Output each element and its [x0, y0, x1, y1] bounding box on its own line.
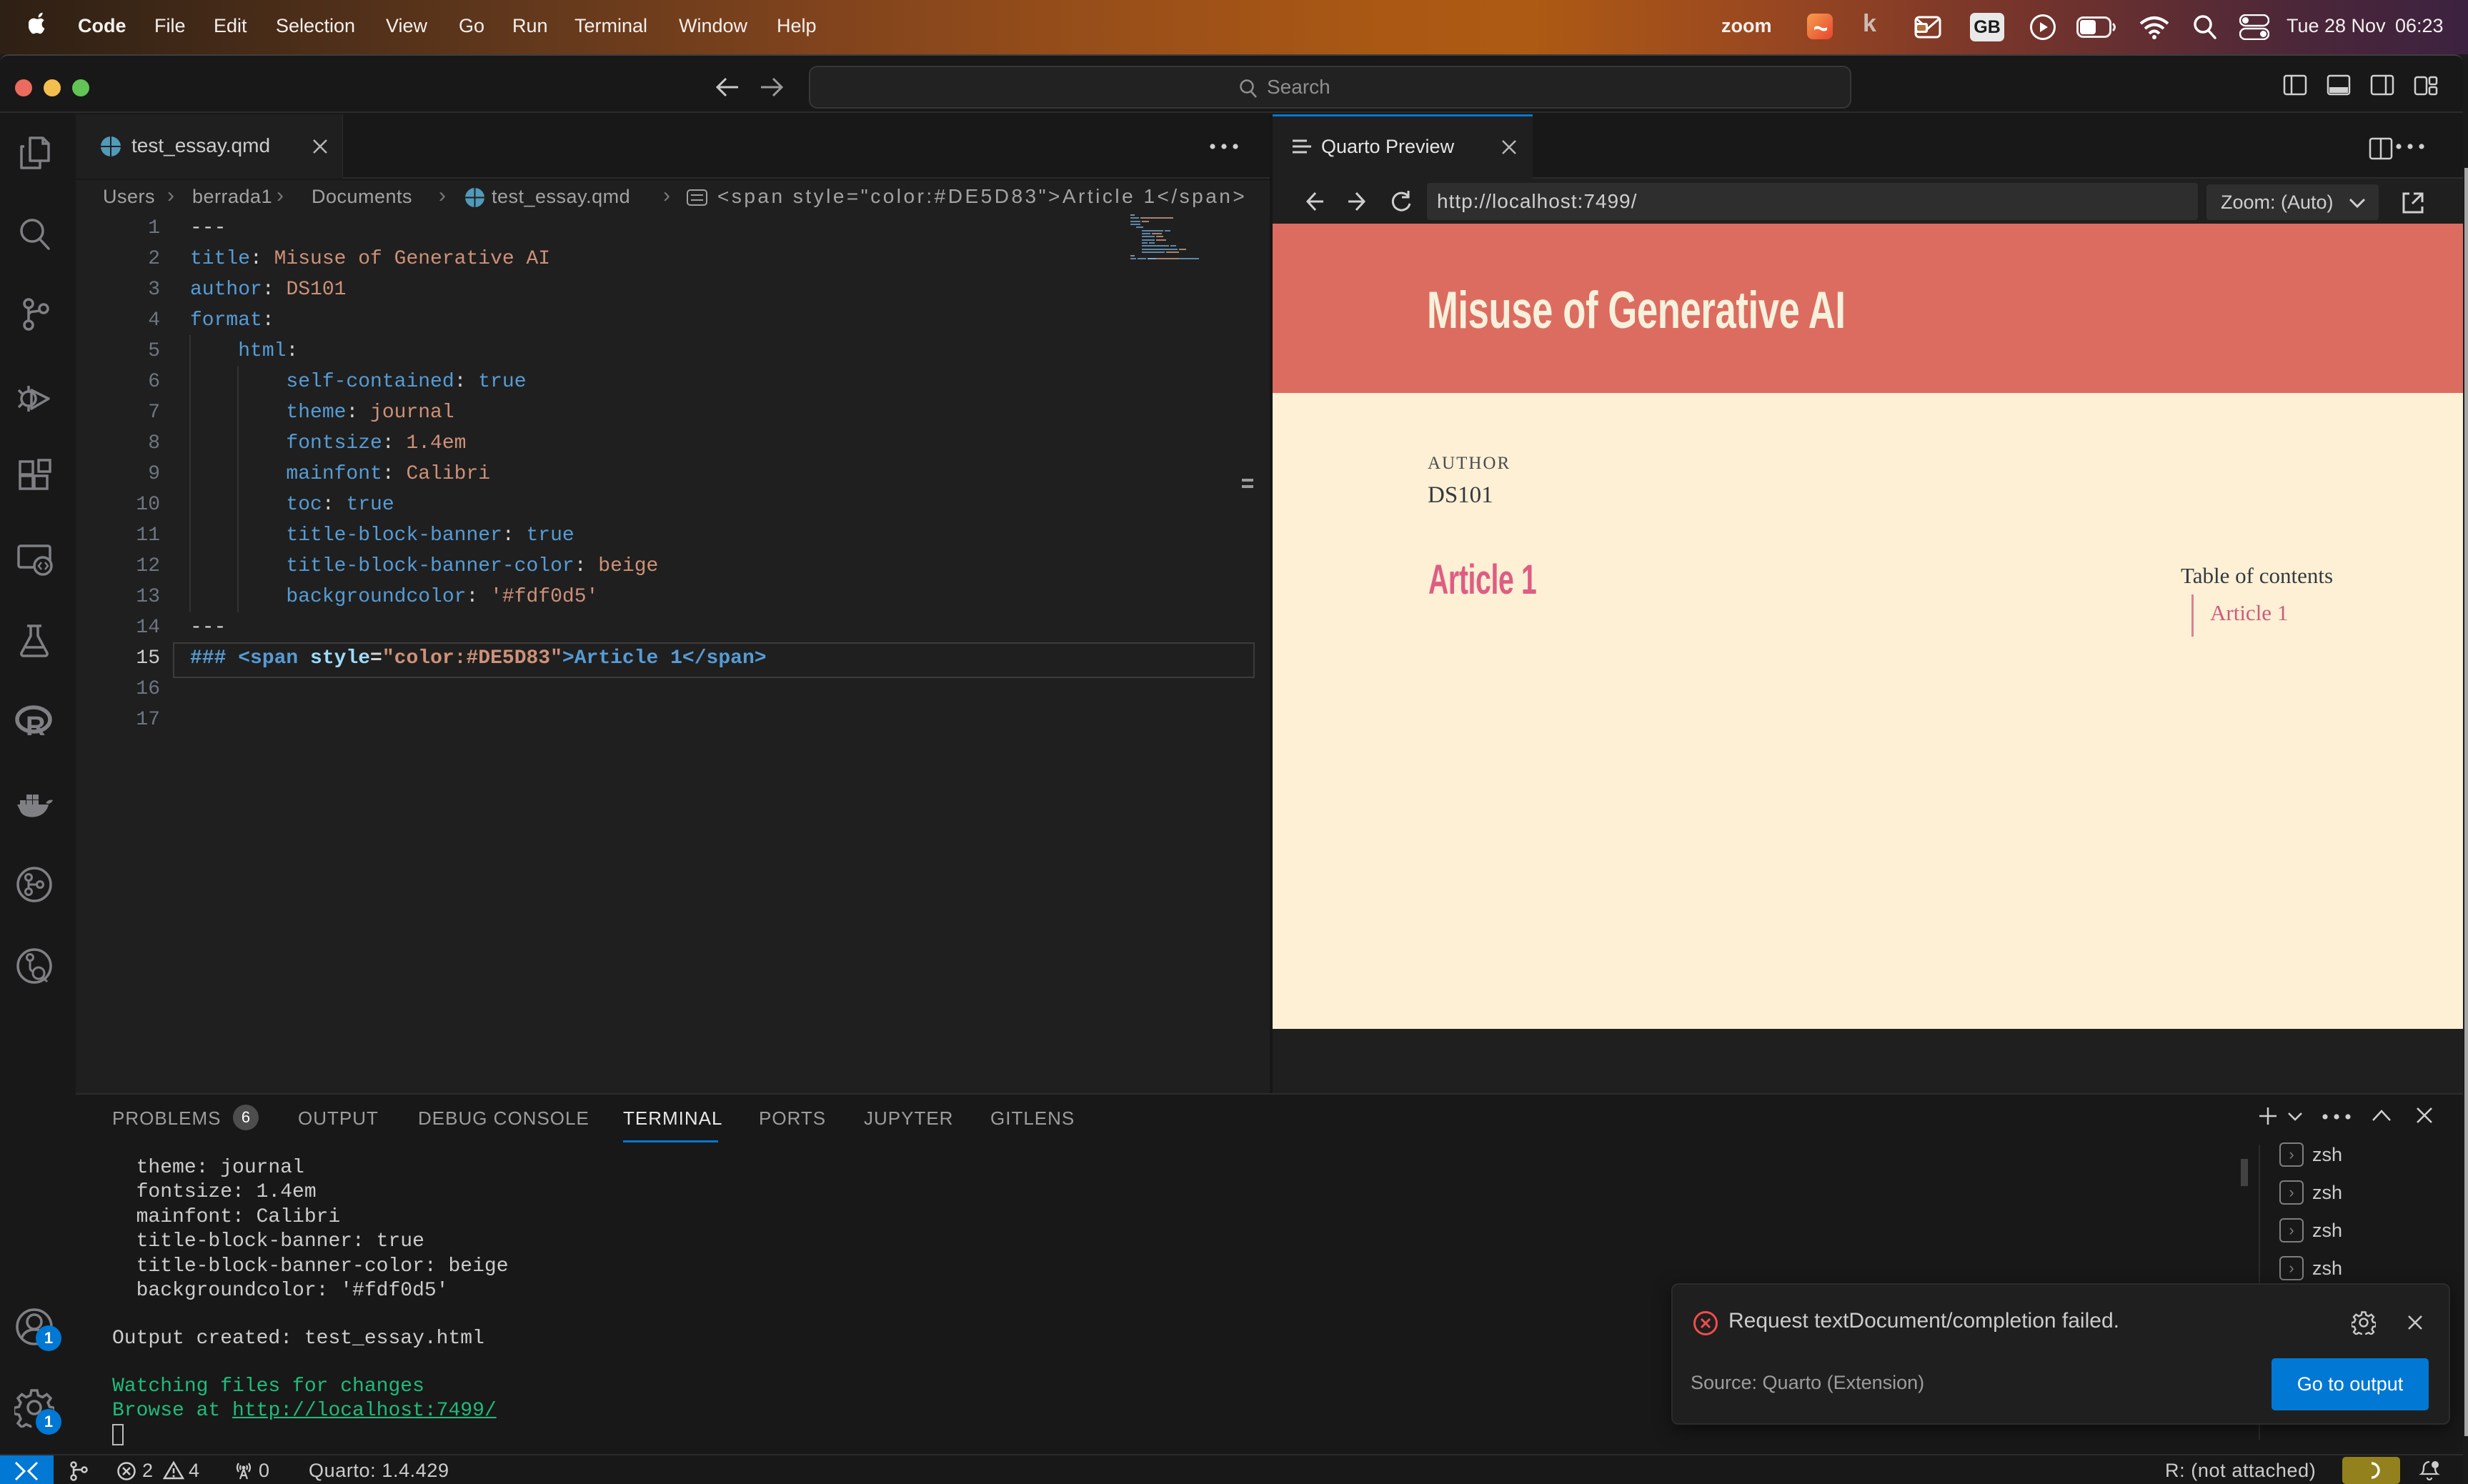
svg-text:R: R [26, 712, 45, 742]
